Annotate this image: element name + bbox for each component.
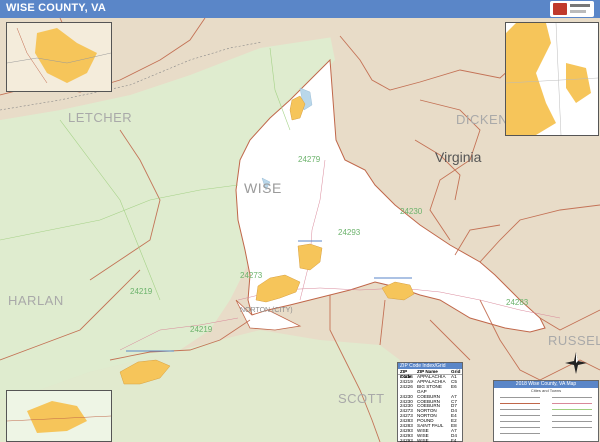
zip-label-24219: 24219 — [130, 287, 153, 296]
legend-subtitle: Cities and Towns — [530, 388, 562, 393]
label-letcher: LETCHER — [68, 110, 133, 125]
zip-label-24279: 24279 — [298, 155, 321, 164]
zip-label-24230: 24230 — [400, 207, 423, 216]
label-scott: SCOTT — [338, 391, 385, 406]
label-wise: WISE — [244, 180, 282, 196]
compass-rose-icon — [565, 352, 587, 374]
zip-table-rows: 24216 APPALACHIA A1 24219 APPALACHIA C5 24226 B… — [398, 374, 462, 442]
map-legend: 2018 Wise County, VA Map Cities and Town… — [493, 380, 599, 442]
map-title: WISE COUNTY, VA — [6, 2, 106, 14]
inset-map-bottom-left — [6, 390, 112, 442]
label-virginia: Virginia — [435, 149, 482, 165]
zip-label-24273: 24273 — [240, 271, 263, 280]
label-russell: RUSSELL — [548, 333, 600, 348]
inset-map-top-left — [6, 22, 112, 92]
zip-label-24283: 24283 — [506, 298, 529, 307]
zip-label-24293: 24293 — [338, 228, 361, 237]
legend-title: 2018 Wise County, VA Map — [494, 381, 598, 388]
map-frame: WISE COUNTY, VA LETCHER DICKENS Virginia… — [0, 0, 600, 442]
publisher-logo-icon — [550, 1, 594, 17]
inset-map-top-right — [505, 22, 599, 136]
zip-label-24219b: 24219 — [190, 325, 213, 334]
label-harlan: HARLAN — [8, 293, 64, 308]
label-norton-city: NORTON (CITY) — [240, 307, 293, 314]
zip-code-index-table: ZIP Code Index/Grid Locator ZIP Code ZIP… — [397, 362, 463, 442]
title-bar: WISE COUNTY, VA — [0, 0, 600, 18]
